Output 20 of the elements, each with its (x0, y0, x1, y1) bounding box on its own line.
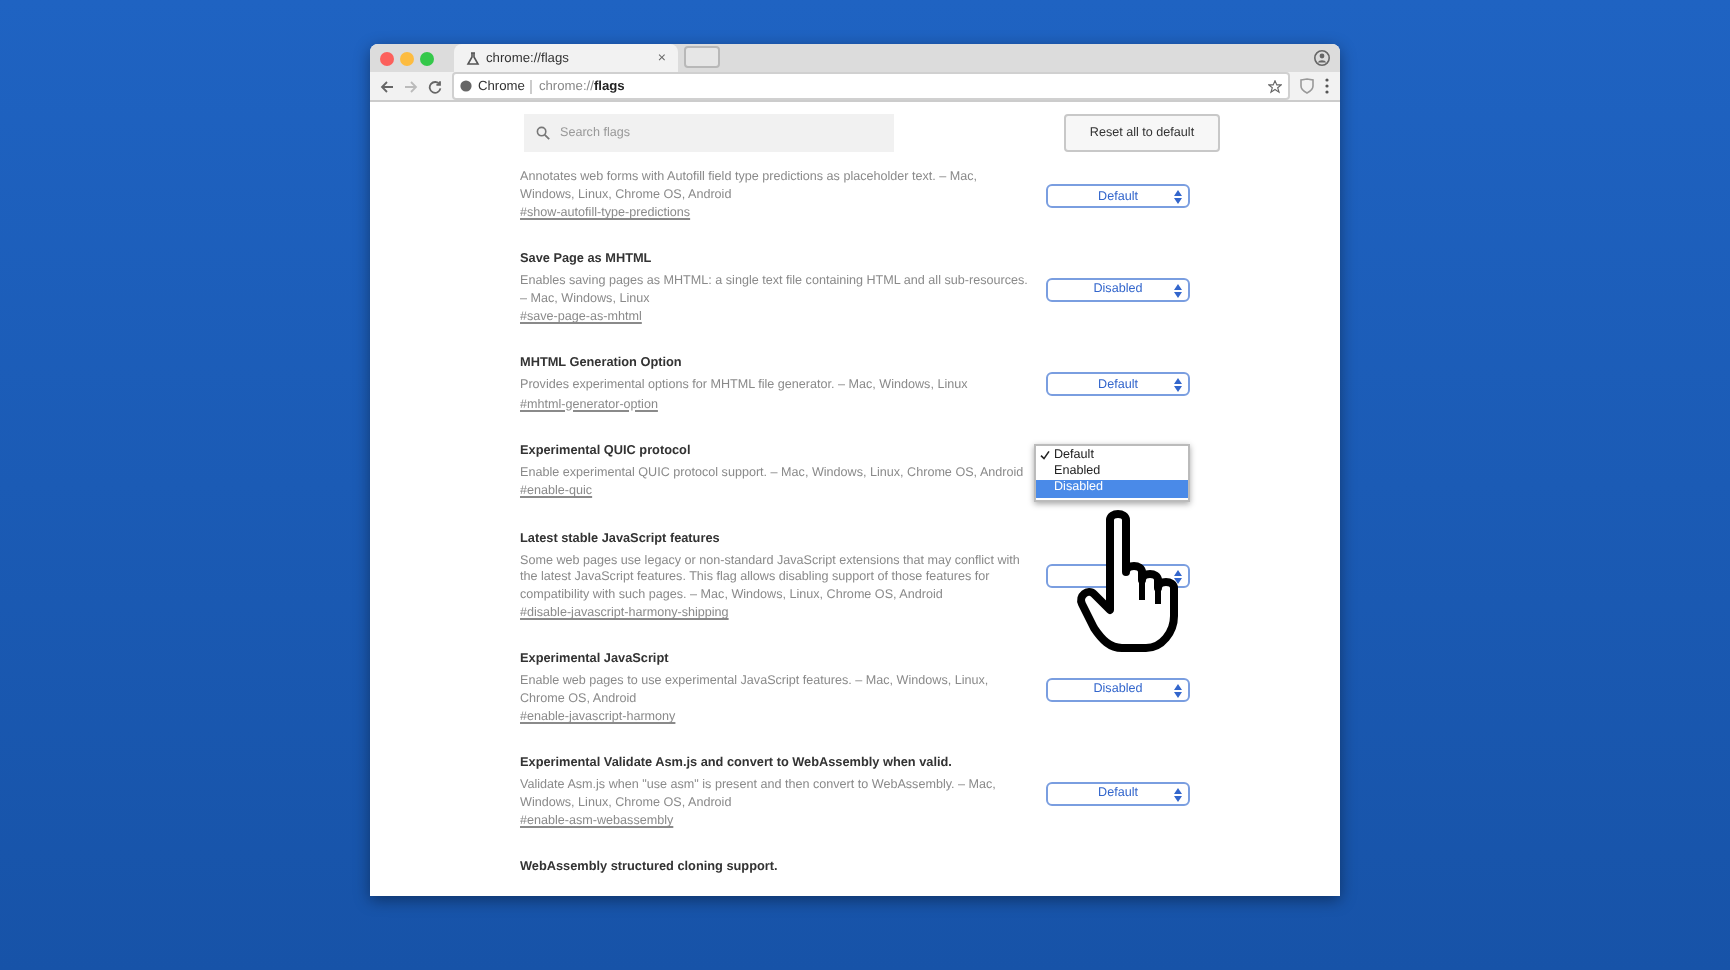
info-icon (460, 80, 472, 92)
updown-arrow-icon (1174, 683, 1182, 698)
close-icon[interactable] (380, 51, 394, 65)
updown-arrow-icon (1174, 283, 1182, 297)
new-tab-button[interactable] (684, 46, 720, 68)
star-icon[interactable] (1268, 79, 1282, 93)
maximize-icon[interactable] (420, 51, 434, 65)
search-icon (536, 125, 550, 139)
updown-arrow-icon (1174, 190, 1182, 204)
updown-arrow-icon (1174, 378, 1182, 393)
profile-icon[interactable] (1314, 50, 1330, 66)
updown-arrow-icon (1174, 787, 1182, 802)
forward-arrow-icon[interactable] (404, 79, 418, 93)
menu-icon[interactable] (1324, 78, 1330, 94)
back-arrow-icon[interactable] (380, 79, 394, 93)
flask-icon (466, 51, 480, 65)
reload-icon[interactable] (428, 79, 442, 93)
shield-icon[interactable] (1300, 78, 1314, 94)
checkmark-icon (1040, 449, 1050, 459)
updown-arrow-icon (1174, 570, 1182, 585)
